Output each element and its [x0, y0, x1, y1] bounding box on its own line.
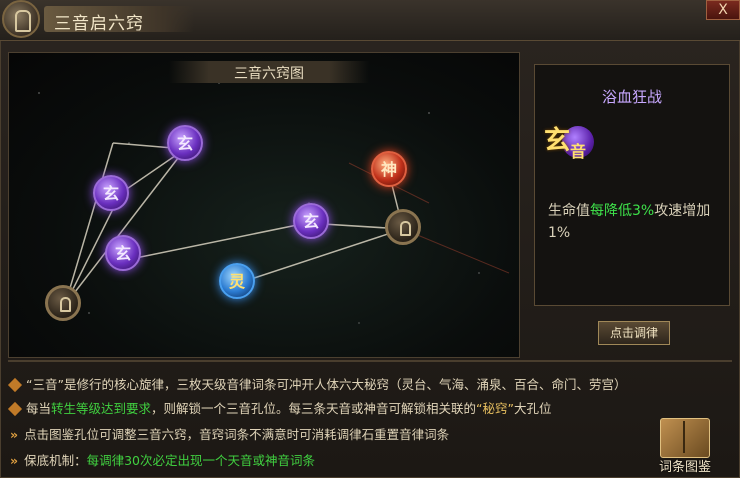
xuan-yin-icon: 玄 音 — [544, 120, 598, 166]
info-line-2-pre: 每当 — [26, 401, 52, 416]
link-line — [238, 228, 404, 284]
info-line-2-post: 大孔位 — [514, 401, 552, 416]
diamond-bullet-icon — [7, 377, 23, 393]
detail-icon-glyph: 玄 — [544, 126, 571, 156]
info-line-2-highlight: 转生等级达到要求 — [51, 401, 152, 416]
lock-emblem-icon — [2, 0, 40, 38]
detail-icon-sub: 音 — [570, 142, 587, 161]
node-ling[interactable]: 灵 — [219, 263, 255, 299]
info-line-4-text: 每调律30次必定出现一个天音或神音词条 — [86, 453, 316, 468]
info-line-2: 每当转生等级达到要求，则解锁一个三音孔位。每三条天音或神音可解锁相关联的“秘窍”… — [7, 398, 552, 417]
node-lock-left-icon[interactable] — [45, 285, 81, 321]
info-line-3: » 点击图鉴孔位可调整三音六窍，音窍词条不满意时可消耗调律石重置音律词条 — [10, 424, 449, 443]
map-title: 三音六窍图 — [234, 66, 304, 82]
desc-pre: 生命值 — [548, 203, 590, 219]
info-line-2-gold: “秘窍” — [476, 401, 514, 416]
node-links — [64, 142, 510, 306]
info-line-3-text: 点击图鉴孔位可调整三音六窍，音窍词条不满意时可消耗调律石重置音律词条 — [24, 427, 450, 442]
chevron-right-icon: » — [10, 427, 19, 442]
faint-link — [402, 228, 510, 274]
book-icon — [660, 418, 710, 458]
tune-button[interactable]: 点击调律 — [598, 321, 670, 345]
divider — [8, 360, 732, 362]
info-line-4: » 保底机制：每调律30次必定出现一个天音或神音词条 — [10, 450, 315, 469]
desc-highlight: 每降低3% — [590, 203, 655, 219]
node-xuan-left[interactable]: 玄 — [93, 175, 129, 211]
node-xuan-mid[interactable]: 玄 — [105, 235, 141, 271]
codex-button[interactable]: 词条图鉴 — [650, 418, 720, 476]
detail-name: 浴血狂战 — [601, 88, 662, 106]
info-line-2-mid: ，则解锁一个三音孔位。每三条天音或神音可解锁相关联的 — [151, 401, 477, 416]
info-line-4-pre: 保底机制： — [24, 453, 87, 468]
node-xuan-center[interactable]: 玄 — [293, 203, 329, 239]
info-line-1-text: “三音”是修行的核心旋律，三枚天级音律词条可冲开人体六大秘窍（灵台、气海、涌泉、… — [26, 377, 627, 392]
detail-description: 生命值每降低3%攻速增加1% — [548, 200, 718, 244]
close-button[interactable]: X — [706, 0, 740, 20]
node-lock-right-icon[interactable] — [385, 209, 421, 245]
constellation-map: 三音六窍图 玄 玄 玄 玄 神 灵 — [8, 52, 520, 358]
codex-label: 词条图鉴 — [658, 460, 711, 475]
diamond-bullet-icon — [7, 401, 23, 417]
node-xuan-top[interactable]: 玄 — [167, 125, 203, 161]
chevron-right-icon: » — [10, 453, 19, 468]
link-line — [120, 222, 308, 262]
window-title: 三音启六窍 — [54, 14, 144, 34]
link-line — [64, 148, 186, 306]
info-line-1: “三音”是修行的核心旋律，三枚天级音律词条可冲开人体六大秘窍（灵台、气海、涌泉、… — [7, 374, 627, 393]
node-shen[interactable]: 神 — [371, 151, 407, 187]
